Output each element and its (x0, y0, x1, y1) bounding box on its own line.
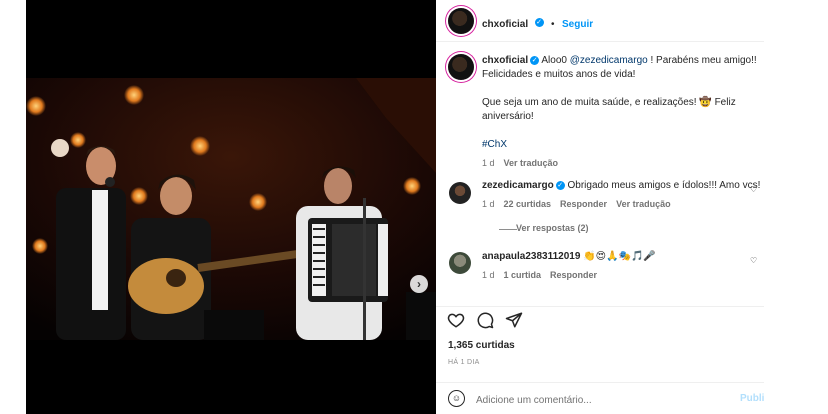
add-comment-bar: ☺ Publi (436, 382, 764, 414)
caption-line-4: aniversário! (482, 111, 534, 122)
caption-text-prefix: Aloo0 (541, 55, 570, 66)
comments-scroll-area[interactable]: chxoficial ✓ Aloo0 @zezedicamargo ! Parab… (436, 43, 764, 296)
share-icon[interactable] (504, 311, 524, 331)
comment-time: 1 d (482, 199, 495, 209)
comment-like-heart-icon[interactable]: ♡ (750, 185, 757, 194)
comment-avatar[interactable] (449, 182, 471, 204)
caption-time: 1 d (482, 158, 495, 168)
comment-likes-count[interactable]: 1 curtida (504, 270, 542, 280)
post-header: chxoficial ✓ • Seguir (436, 0, 764, 42)
comment-like-heart-icon[interactable]: ♡ (750, 256, 757, 265)
heart-icon[interactable] (446, 311, 466, 331)
follow-button[interactable]: Seguir (562, 19, 593, 30)
view-replies-button[interactable]: Ver respostas (2) (516, 223, 589, 233)
comment-item: anapaula2383112019 👏😍🙏🎭🎵🎤 1 d 1 curtida Re… (482, 250, 758, 280)
caption-block: chxoficial ✓ Aloo0 @zezedicamargo ! Parab… (482, 54, 758, 168)
author-avatar[interactable] (448, 8, 474, 34)
verified-badge-icon: ✓ (530, 55, 540, 65)
page-background (764, 0, 828, 414)
verified-badge-icon: ✓ (534, 18, 544, 28)
caption-hashtag-link[interactable]: #ChX (482, 138, 758, 152)
post-actions-bar (436, 306, 764, 334)
reply-button[interactable]: Responder (560, 199, 607, 209)
post-media: › 👤 (26, 0, 436, 414)
caption-line-3: Que seja um ano de muita saúde, e realiz… (482, 97, 736, 108)
caption-line-2: Felicidades e muitos anos de vida! (482, 69, 636, 80)
replies-divider (499, 229, 517, 230)
comment-time: 1 d (482, 270, 495, 280)
see-translation-link[interactable]: Ver tradução (616, 199, 671, 209)
comment-text: 👏😍🙏🎭🎵🎤 (583, 251, 656, 262)
comment-input[interactable] (476, 392, 726, 408)
reply-button[interactable]: Responder (550, 270, 597, 280)
instagram-post-view: › 👤 chxoficial ✓ • Seguir chxoficial✓ Al… (0, 0, 828, 414)
comment-icon[interactable] (475, 311, 495, 331)
likes-count[interactable]: 1,365 curtidas (448, 340, 515, 351)
comment-likes-count[interactable]: 22 curtidas (504, 199, 552, 209)
comment-avatar[interactable] (449, 252, 471, 274)
emoji-icon[interactable]: ☺ (448, 390, 465, 407)
publish-button[interactable]: Publi (740, 393, 764, 404)
post-photo[interactable]: › 👤 (26, 78, 436, 340)
caption-text-suffix: ! Parabéns meu amigo!! (647, 55, 757, 66)
post-details-panel: chxoficial ✓ • Seguir chxoficial ✓ Aloo0 … (436, 0, 764, 414)
verified-badge-icon: ✓ (555, 180, 565, 190)
caption-author-avatar[interactable] (448, 54, 474, 80)
comment-username[interactable]: zezedicamargo (482, 180, 554, 191)
author-username[interactable]: chxoficial (482, 19, 528, 30)
comment-username[interactable]: anapaula2383112019 (482, 251, 580, 262)
caption-mention-link[interactable]: @zezedicamargo (570, 55, 648, 66)
post-timestamp: HÁ 1 DIA (448, 359, 480, 366)
next-image-button[interactable]: › (410, 275, 428, 293)
comment-item: zezedicamargo ✓ Obrigado meus amigos e íd… (482, 179, 761, 209)
see-translation-link[interactable]: Ver tradução (504, 158, 559, 168)
concert-photo-image (26, 78, 436, 340)
comment-text: Obrigado meus amigos e ídolos!!! Amo vcs… (567, 180, 761, 191)
caption-username[interactable]: chxoficial (482, 55, 528, 66)
separator-dot: • (551, 19, 555, 30)
